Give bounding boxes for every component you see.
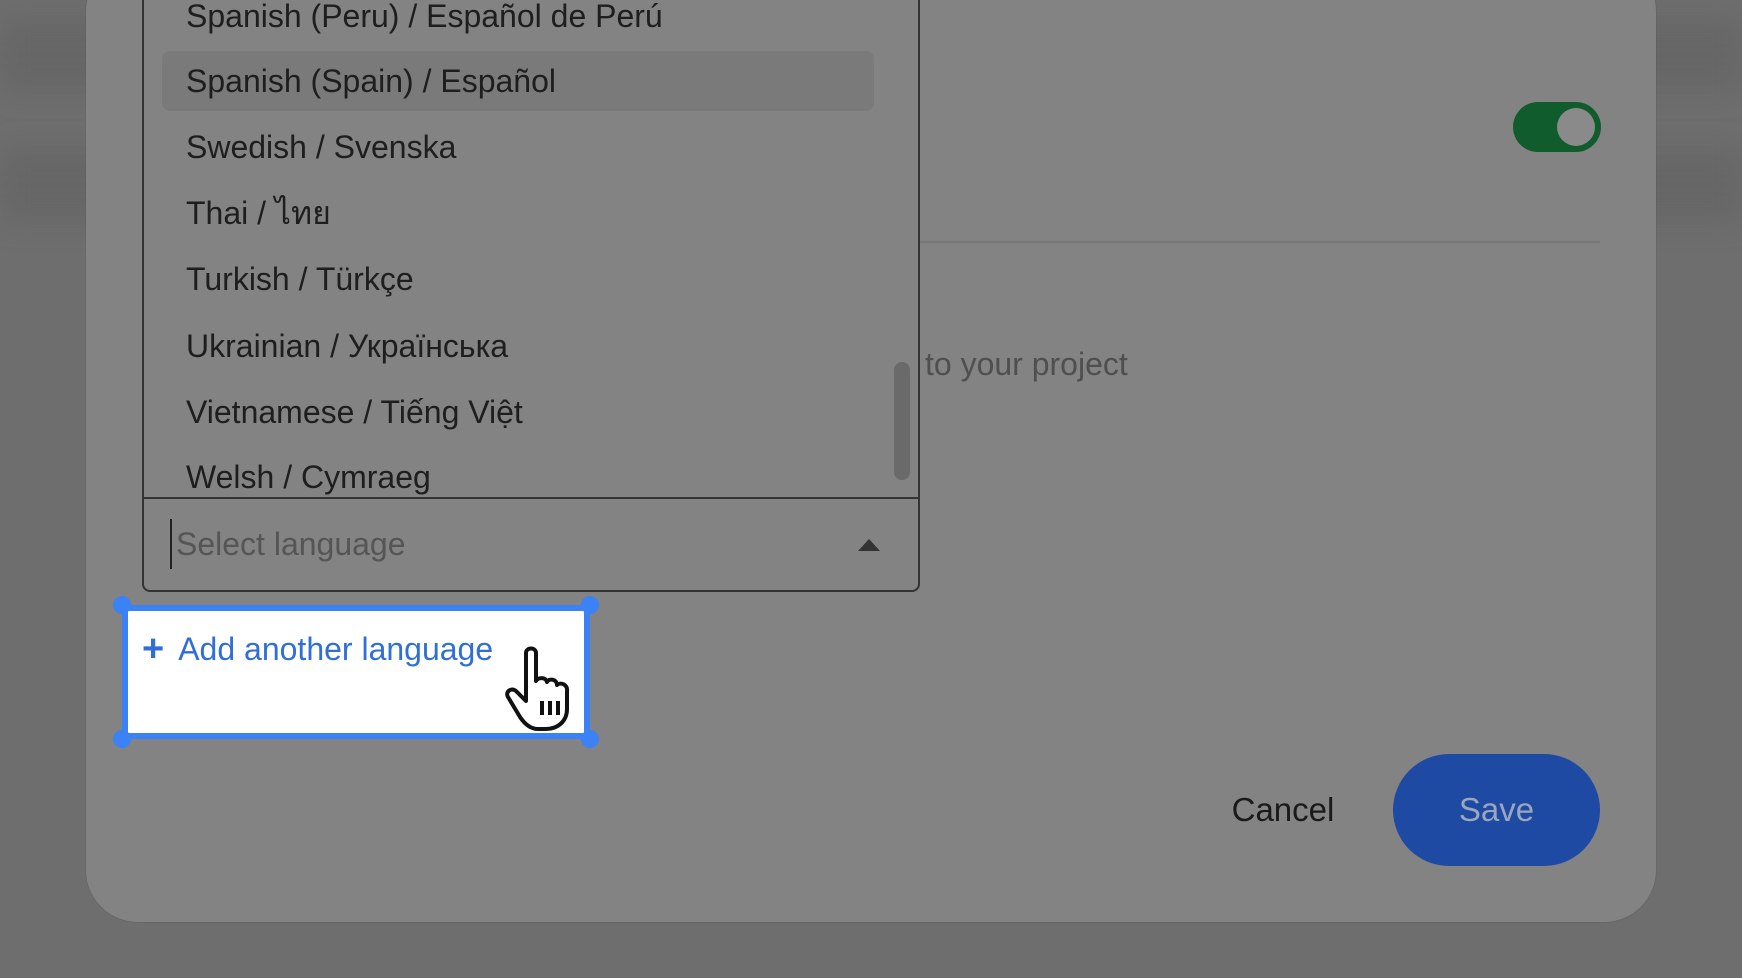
- language-option-list[interactable]: Spanish (Peru) / Español de Perú Spanish…: [144, 0, 904, 497]
- add-language-row: + Add another language: [142, 629, 493, 669]
- language-option[interactable]: Welsh / Cymraeg: [162, 447, 874, 497]
- language-select-field[interactable]: [144, 497, 918, 590]
- dropdown-scrollbar[interactable]: [892, 0, 910, 480]
- section-divider: [920, 241, 1600, 243]
- selection-handle-bottom-right: [581, 730, 599, 748]
- language-option-highlighted[interactable]: Spanish (Spain) / Español: [162, 51, 874, 111]
- language-dropdown: Spanish (Peru) / Español de Perú Spanish…: [142, 0, 920, 592]
- feature-toggle[interactable]: [1513, 102, 1601, 152]
- toggle-knob: [1557, 108, 1595, 146]
- language-option[interactable]: Ukrainian / Українська: [162, 316, 874, 376]
- language-option[interactable]: Swedish / Svenska: [162, 117, 874, 177]
- caret-up-icon[interactable]: [858, 539, 880, 551]
- help-text: to your project: [925, 346, 1128, 382]
- language-option[interactable]: Turkish / Türkçe: [162, 249, 874, 309]
- language-option[interactable]: Spanish (Peru) / Español de Perú: [162, 0, 874, 46]
- save-button[interactable]: Save: [1393, 754, 1600, 866]
- language-option[interactable]: Thai / ไทย: [162, 183, 874, 243]
- selection-handle-top-right: [581, 596, 599, 614]
- dropdown-scroll-thumb[interactable]: [894, 362, 910, 480]
- hand-pointer-cursor-icon: [505, 646, 570, 731]
- selection-handle-top-left: [113, 596, 131, 614]
- add-language-label: Add another language: [178, 630, 494, 667]
- selection-handle-bottom-left: [113, 730, 131, 748]
- language-option[interactable]: Vietnamese / Tiếng Việt: [162, 382, 874, 442]
- plus-icon: +: [142, 628, 165, 670]
- cancel-button[interactable]: Cancel: [1218, 780, 1348, 840]
- language-search-input[interactable]: [170, 519, 816, 569]
